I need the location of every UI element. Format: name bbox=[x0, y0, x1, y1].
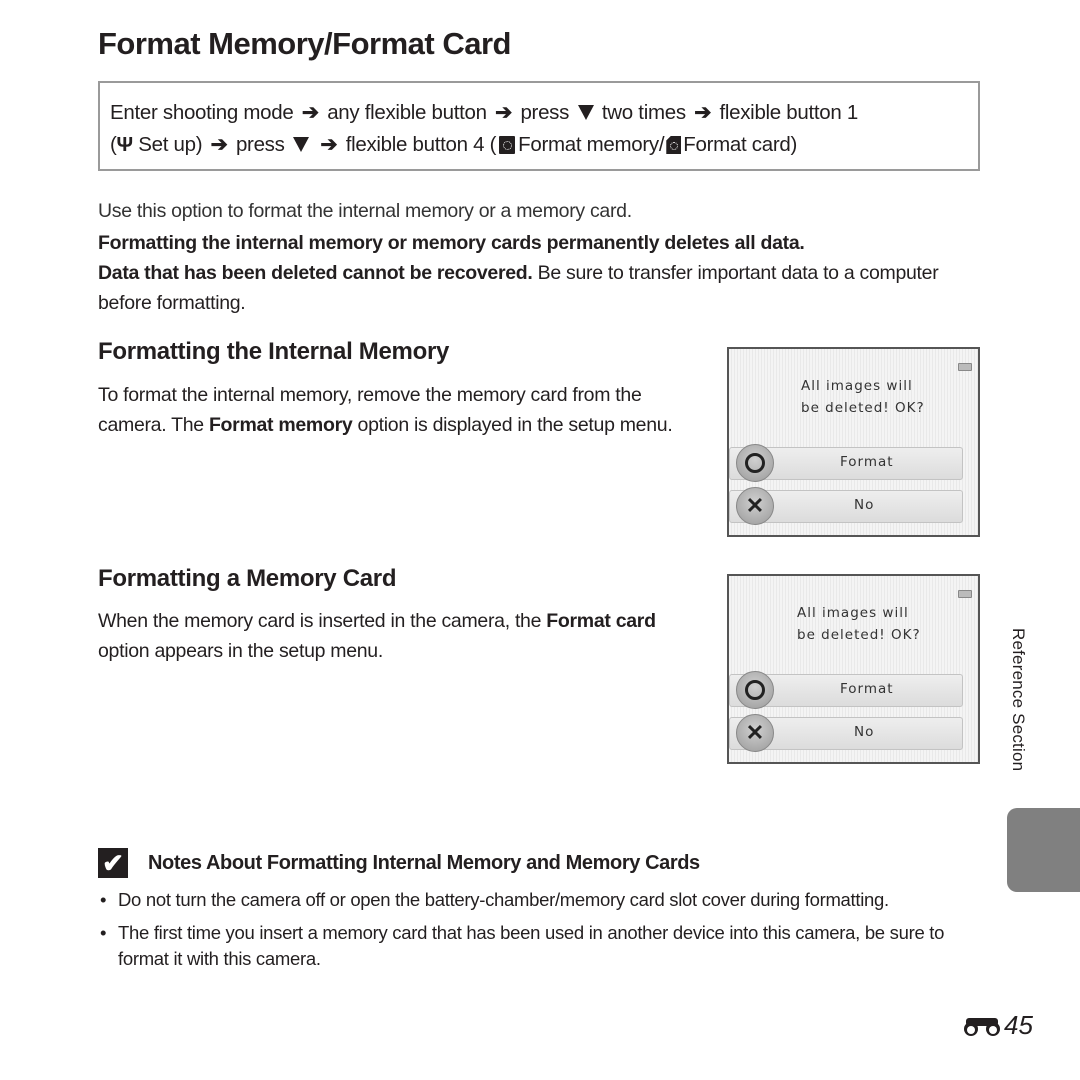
battery-icon bbox=[958, 590, 972, 598]
warning-bold-1: Formatting the internal memory or memory… bbox=[98, 232, 805, 254]
camera-screen-memory-card: All images will be deleted! OK? Format ✕… bbox=[727, 574, 980, 764]
list-item: The first time you insert a memory card … bbox=[98, 920, 978, 972]
format-button-label: Format bbox=[840, 454, 894, 470]
menu-path-line-2: (Ψ Set up) ➔ press ➔ flexible button 4 (… bbox=[110, 133, 798, 156]
arrow-icon: ➔ bbox=[301, 101, 319, 124]
list-item: Do not turn the camera off or open the b… bbox=[98, 887, 978, 913]
cross-icon: ✕ bbox=[736, 714, 774, 752]
arrow-icon: ➔ bbox=[495, 101, 513, 124]
format-button[interactable]: Format bbox=[729, 444, 963, 482]
warning-bold-2: Data that has been deleted cannot be rec… bbox=[98, 262, 533, 284]
bold-term: Format card bbox=[546, 610, 656, 632]
notes-list: Do not turn the camera off or open the b… bbox=[98, 887, 978, 979]
message-line: All images will bbox=[797, 605, 909, 621]
arrow-icon: ➔ bbox=[210, 133, 228, 156]
wrench-icon: Ψ bbox=[116, 133, 134, 156]
no-button[interactable]: ✕ No bbox=[729, 714, 963, 752]
format-button[interactable]: Format bbox=[729, 671, 963, 709]
section-text-internal-memory: To format the internal memory, remove th… bbox=[98, 380, 698, 440]
arrow-icon: ➔ bbox=[694, 101, 712, 124]
no-button-label: No bbox=[854, 724, 875, 740]
cross-icon: ✕ bbox=[736, 487, 774, 525]
down-triangle-icon bbox=[577, 105, 594, 120]
bold-term: Format memory bbox=[208, 414, 353, 436]
text: option appears in the setup menu. bbox=[98, 640, 383, 662]
page-number-text: 45 bbox=[1004, 1010, 1033, 1040]
text: option is displayed in the setup menu. bbox=[352, 414, 673, 436]
menu-path-line-1: Enter shooting mode ➔ any flexible butto… bbox=[110, 97, 968, 129]
path-step: Enter shooting mode bbox=[110, 101, 294, 124]
message-line: be deleted! OK? bbox=[801, 400, 925, 416]
notes-title: Notes About Formatting Internal Memory a… bbox=[148, 851, 700, 874]
text: When the memory card is inserted in the … bbox=[98, 610, 547, 632]
path-step: any flexible button bbox=[327, 101, 487, 124]
binoculars-icon bbox=[964, 1017, 1000, 1036]
path-step: two times bbox=[601, 101, 686, 124]
down-triangle-icon bbox=[292, 137, 309, 152]
format-card-icon bbox=[666, 136, 682, 154]
section-tab[interactable] bbox=[1007, 808, 1080, 892]
path-step: press bbox=[235, 133, 285, 156]
warning-text: Formatting the internal memory or memory… bbox=[98, 228, 988, 318]
path-step: flexible button 4 ( bbox=[345, 133, 497, 156]
format-memory-icon bbox=[499, 136, 516, 154]
side-section-label: Reference Section bbox=[1009, 628, 1028, 772]
section-text-memory-card: When the memory card is inserted in the … bbox=[98, 606, 698, 666]
confirm-message: All images will be deleted! OK? bbox=[801, 375, 925, 419]
path-step: Format memory/ bbox=[518, 133, 665, 156]
ok-circle-icon bbox=[736, 444, 774, 482]
battery-icon bbox=[958, 363, 972, 371]
section-heading-internal-memory: Formatting the Internal Memory bbox=[98, 338, 450, 365]
confirm-message: All images will be deleted! OK? bbox=[797, 602, 921, 646]
path-step: press bbox=[520, 101, 570, 124]
checkmark-icon: ✔ bbox=[98, 848, 128, 878]
camera-screen-internal-memory: All images will be deleted! OK? Format ✕… bbox=[727, 347, 980, 537]
section-heading-memory-card: Formatting a Memory Card bbox=[98, 565, 397, 592]
message-line: be deleted! OK? bbox=[797, 627, 921, 643]
intro-text: Use this option to format the internal m… bbox=[98, 200, 632, 222]
arrow-icon: ➔ bbox=[320, 133, 338, 156]
menu-path-box: Enter shooting mode ➔ any flexible butto… bbox=[98, 81, 980, 171]
format-button-label: Format bbox=[840, 681, 894, 697]
page-number: 45 bbox=[962, 1010, 1033, 1041]
path-step: Set up bbox=[138, 133, 196, 156]
page-title: Format Memory/Format Card bbox=[98, 26, 511, 61]
path-step: Format card) bbox=[683, 133, 798, 156]
no-button-label: No bbox=[854, 497, 875, 513]
path-step: flexible button 1 bbox=[719, 101, 858, 124]
ok-circle-icon bbox=[736, 671, 774, 709]
notes-heading: ✔ Notes About Formatting Internal Memory… bbox=[98, 848, 700, 878]
message-line: All images will bbox=[801, 378, 913, 394]
no-button[interactable]: ✕ No bbox=[729, 487, 963, 525]
